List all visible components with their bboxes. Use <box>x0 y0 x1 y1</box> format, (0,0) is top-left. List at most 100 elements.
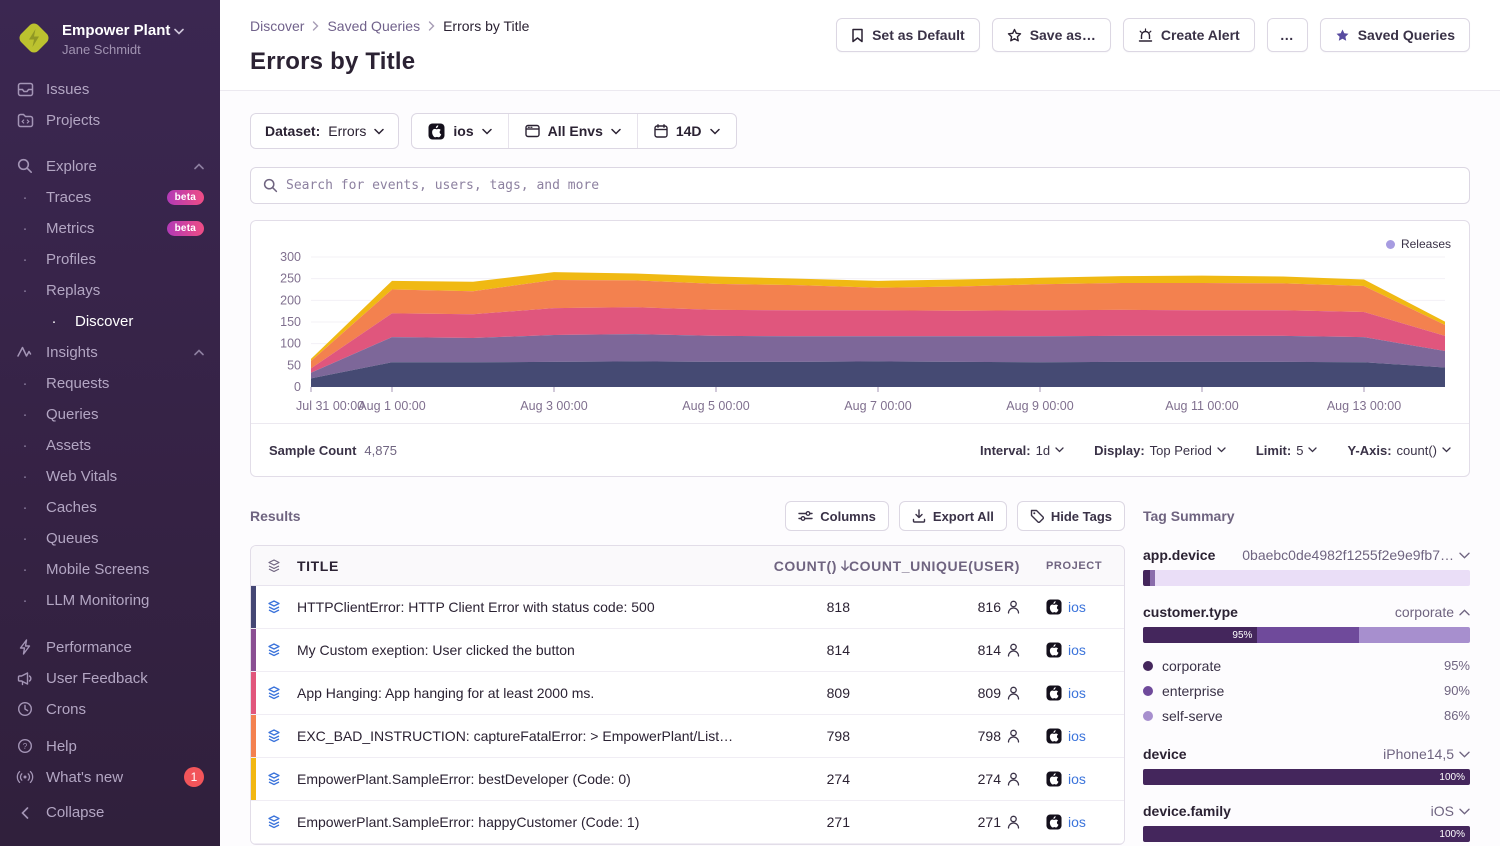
sidebar-item-queries[interactable]: ·Queries <box>0 399 220 430</box>
col-title[interactable]: TITLE <box>297 558 752 574</box>
tag-section-toggle[interactable]: device.family iOS <box>1143 803 1470 819</box>
project-link[interactable]: ios <box>1068 728 1086 744</box>
sidebar-item-llm-monitoring[interactable]: ·LLM Monitoring <box>0 585 220 616</box>
error-title-link[interactable]: EmpowerPlant.SampleError: bestDeveloper … <box>297 771 752 787</box>
series-color-strip <box>251 586 256 628</box>
table-row[interactable]: EmpowerPlant.SampleError: happyCustomer … <box>251 801 1124 844</box>
table-row[interactable]: EXC_BAD_INSTRUCTION: captureFatalError: … <box>251 715 1124 758</box>
series-color-strip <box>251 672 256 714</box>
chevron-down-icon <box>1308 447 1317 453</box>
stacked-area-chart[interactable]: 050100150200250300Jul 31 00:00Aug 1 00:0… <box>253 227 1467 423</box>
apple-platform-icon <box>1046 599 1062 615</box>
svg-text:100: 100 <box>280 337 301 351</box>
sidebar-section-insights[interactable]: Insights <box>0 337 220 368</box>
svg-text:Aug 11 00:00: Aug 11 00:00 <box>1165 399 1238 413</box>
svg-text:300: 300 <box>280 250 301 264</box>
sidebar-item-help[interactable]: ? Help <box>0 731 220 762</box>
interval-selector[interactable]: Interval: 1d <box>980 443 1064 458</box>
sidebar-item-user-feedback[interactable]: User Feedback <box>0 663 220 694</box>
sidebar-item-discover[interactable]: · Discover <box>0 306 220 337</box>
environment-filter[interactable]: All Envs <box>508 114 637 148</box>
tag-legend-row[interactable]: enterprise 90% <box>1143 678 1470 703</box>
table-row[interactable]: App Hanging: App hanging for at least 20… <box>251 672 1124 715</box>
sidebar-item-caches[interactable]: ·Caches <box>0 492 220 523</box>
sidebar-item-whats-new[interactable]: What's new 1 <box>0 762 220 793</box>
col-count-unique[interactable]: COUNT_UNIQUE(USER) <box>862 558 1032 574</box>
project-filter[interactable]: ios <box>412 114 507 148</box>
org-switcher[interactable]: Empower Plant Jane Schmidt <box>0 14 220 74</box>
tag-section-toggle[interactable]: customer.type corporate <box>1143 604 1470 620</box>
sidebar-item-projects[interactable]: Projects <box>0 105 220 136</box>
yaxis-selector[interactable]: Y-Axis: count() <box>1347 443 1451 458</box>
search-bar[interactable] <box>250 167 1470 204</box>
tag-section-device-family: device.family iOS 100% <box>1143 803 1470 842</box>
bullet-icon: · <box>16 530 34 547</box>
error-title-link[interactable]: App Hanging: App hanging for at least 20… <box>297 685 752 701</box>
sidebar-item-assets[interactable]: ·Assets <box>0 430 220 461</box>
tag-legend-row[interactable]: self-serve 86% <box>1143 703 1470 728</box>
stack-icon[interactable] <box>251 642 297 658</box>
project-link[interactable]: ios <box>1068 685 1086 701</box>
stack-icon[interactable] <box>251 685 297 701</box>
sidebar-item-replays[interactable]: · Replays <box>0 275 220 306</box>
error-title-link[interactable]: HTTPClientError: HTTP Client Error with … <box>297 599 752 615</box>
project-link[interactable]: ios <box>1068 642 1086 658</box>
error-title-link[interactable]: EXC_BAD_INSTRUCTION: captureFatalError: … <box>297 728 752 744</box>
breadcrumb-current: Errors by Title <box>443 18 529 34</box>
stack-icon[interactable] <box>251 814 297 830</box>
hide-tags-button[interactable]: Hide Tags <box>1017 501 1125 531</box>
stack-icon[interactable] <box>251 599 297 615</box>
tag-icon <box>1030 509 1044 523</box>
error-title-link[interactable]: My Custom exeption: User clicked the but… <box>297 642 752 658</box>
sidebar-collapse-button[interactable]: Collapse <box>0 797 220 828</box>
sidebar-item-requests[interactable]: ·Requests <box>0 368 220 399</box>
project-link[interactable]: ios <box>1068 771 1086 787</box>
breadcrumb-discover[interactable]: Discover <box>250 18 304 34</box>
sidebar-item-queues[interactable]: ·Queues <box>0 523 220 554</box>
sidebar-item-metrics[interactable]: · Metrics beta <box>0 213 220 244</box>
more-actions-button[interactable]: … <box>1267 18 1308 52</box>
table-row[interactable]: HTTPClientError: HTTP Client Error with … <box>251 586 1124 629</box>
star-outline-icon <box>1007 28 1022 43</box>
columns-button[interactable]: Columns <box>785 501 889 531</box>
chevron-left-icon <box>16 807 34 819</box>
sidebar-item-profiles[interactable]: · Profiles <box>0 244 220 275</box>
save-as-button[interactable]: Save as… <box>992 18 1111 52</box>
stack-icon[interactable] <box>251 728 297 744</box>
col-project[interactable]: PROJECT <box>1032 560 1124 572</box>
limit-selector[interactable]: Limit: 5 <box>1256 443 1318 458</box>
sidebar-item-performance[interactable]: Performance <box>0 632 220 663</box>
export-all-button[interactable]: Export All <box>899 501 1007 531</box>
dataset-selector[interactable]: Dataset: Errors <box>250 113 399 149</box>
megaphone-icon <box>16 671 34 686</box>
project-link[interactable]: ios <box>1068 814 1086 830</box>
user-icon <box>1007 686 1020 700</box>
sidebar-item-mobile-screens[interactable]: ·Mobile Screens <box>0 554 220 585</box>
create-alert-button[interactable]: Create Alert <box>1123 18 1255 52</box>
sidebar-item-issues[interactable]: Issues <box>0 74 220 105</box>
tag-legend-row[interactable]: corporate 95% <box>1143 653 1470 678</box>
chevron-down-icon <box>611 128 621 135</box>
sidebar-section-explore[interactable]: Explore <box>0 151 220 182</box>
set-as-default-button[interactable]: Set as Default <box>836 18 980 52</box>
date-range-filter[interactable]: 14D <box>637 114 736 148</box>
saved-queries-button[interactable]: Saved Queries <box>1320 18 1470 52</box>
chevron-down-icon <box>710 128 720 135</box>
table-row[interactable]: EmpowerPlant.SampleError: bestDeveloper … <box>251 758 1124 801</box>
sidebar-item-crons[interactable]: Crons <box>0 694 220 725</box>
stack-icon[interactable] <box>251 771 297 787</box>
tag-section-toggle[interactable]: app.device 0baebc0de4982f1255f2e9e9fb7… <box>1143 547 1470 563</box>
col-count[interactable]: COUNT() <box>752 558 862 574</box>
legend-dot-icon <box>1143 711 1153 721</box>
error-title-link[interactable]: EmpowerPlant.SampleError: happyCustomer … <box>297 814 752 830</box>
breadcrumb-saved-queries[interactable]: Saved Queries <box>327 18 420 34</box>
sidebar-item-web-vitals[interactable]: ·Web Vitals <box>0 461 220 492</box>
svg-text:Aug 13 00:00: Aug 13 00:00 <box>1327 399 1401 413</box>
sidebar-item-traces[interactable]: · Traces beta <box>0 182 220 213</box>
chart-legend[interactable]: Releases <box>1386 237 1451 251</box>
project-link[interactable]: ios <box>1068 599 1086 615</box>
display-selector[interactable]: Display: Top Period <box>1094 443 1226 458</box>
table-row[interactable]: My Custom exeption: User clicked the but… <box>251 629 1124 672</box>
tag-section-toggle[interactable]: device iPhone14,5 <box>1143 746 1470 762</box>
search-input[interactable] <box>286 178 1457 193</box>
